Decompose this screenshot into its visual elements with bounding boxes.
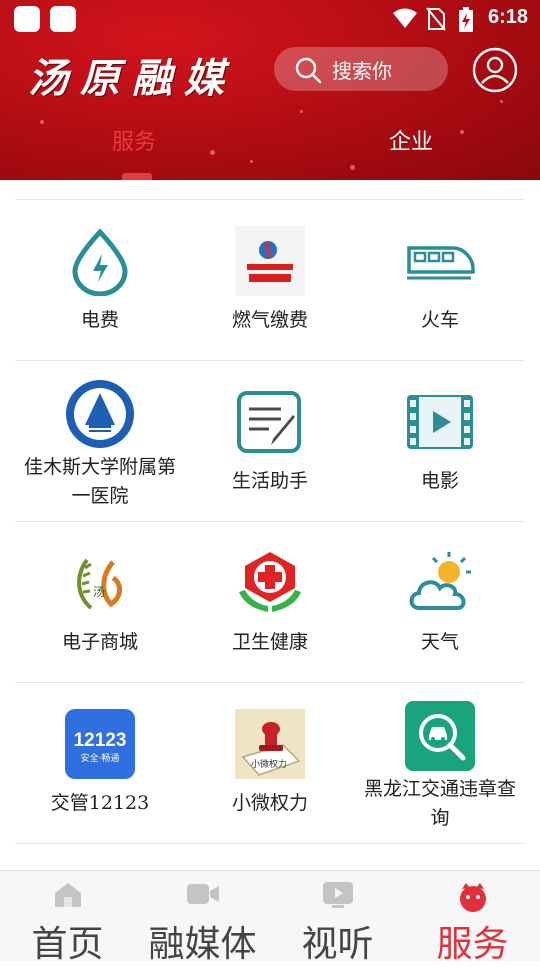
- service-hospital[interactable]: 佳木斯大学附属第一医院: [15, 361, 185, 521]
- hospital-emblem-icon: [66, 380, 134, 448]
- no-sim-icon: [426, 7, 446, 31]
- weather-sun-cloud-icon: [409, 552, 471, 610]
- service-life-assistant[interactable]: 生活助手: [185, 361, 355, 521]
- services-row: 佳木斯大学附属第一医院 生活助手 电影: [15, 361, 525, 522]
- services-row: 汤 电子商城 卫生健康 天气: [15, 522, 525, 683]
- notification-icon: [50, 6, 76, 32]
- service-label: 小微权力: [231, 792, 308, 814]
- notepad-pen-icon: [237, 391, 301, 453]
- active-tab-indicator: [122, 173, 152, 180]
- health-cross-icon: [239, 552, 301, 612]
- nav-label: 视听: [301, 924, 374, 965]
- nav-audiovisual[interactable]: 视听: [270, 871, 405, 965]
- status-bar: 6:18: [0, 0, 540, 36]
- services-row: 12123 安全·畅通 交管12123 小微权力 小微权力 黑龙江交通违章查询: [15, 683, 525, 844]
- stamp-icon: 小微权力: [235, 709, 305, 779]
- service-micro-power[interactable]: 小微权力 小微权力: [185, 683, 355, 843]
- app-title: 汤原融媒: [28, 55, 236, 102]
- film-play-icon: [407, 395, 473, 449]
- notification-icon: [14, 6, 40, 32]
- service-label: 天气: [420, 631, 459, 653]
- service-train[interactable]: 火车: [355, 200, 525, 360]
- service-label: 燃气缴费: [231, 309, 308, 331]
- china-gas-logo: [235, 226, 305, 296]
- nav-media[interactable]: 融媒体: [135, 871, 270, 965]
- home-icon: [54, 883, 81, 907]
- header-banner: 6:18 汤原融媒 搜索你 服务 企业: [0, 0, 540, 180]
- svg-text:汤: 汤: [93, 585, 105, 599]
- service-label: 生活助手: [231, 470, 308, 492]
- search-placeholder: 搜索你: [332, 61, 392, 83]
- service-weather[interactable]: 天气: [355, 522, 525, 682]
- nav-home[interactable]: 首页: [0, 871, 135, 965]
- icon-subtext: 安全·畅通: [81, 752, 120, 764]
- mall-logo-icon: 汤: [77, 558, 122, 610]
- play-screen-icon: [322, 882, 353, 908]
- service-traffic-12123[interactable]: 12123 安全·畅通 交管12123: [15, 683, 185, 843]
- clock-time: 6:18: [487, 6, 528, 28]
- service-label: 电影: [420, 470, 459, 492]
- bottom-nav: 首页 融媒体 视听 服务: [0, 870, 540, 965]
- battery-charging-icon: [459, 7, 473, 32]
- nav-label: 融媒体: [148, 924, 257, 965]
- service-label: 电费: [80, 309, 119, 331]
- services-row: 电费 燃气缴费 火车: [15, 200, 525, 361]
- services-grid: 电费 燃气缴费 火车 佳木斯大学附属第一医院 生活助手 电影 汤 电子商城 卫生…: [15, 199, 525, 844]
- service-movie[interactable]: 电影: [355, 361, 525, 521]
- service-electricity[interactable]: 电费: [15, 200, 185, 360]
- service-face-icon: [459, 883, 486, 912]
- user-profile-icon[interactable]: [472, 47, 518, 93]
- electricity-drop-icon: [72, 228, 128, 296]
- video-camera-icon: [186, 884, 219, 904]
- service-label: 火车: [420, 309, 459, 331]
- tab-services[interactable]: 服务: [112, 124, 156, 156]
- service-e-mall[interactable]: 汤 电子商城: [15, 522, 185, 682]
- tab-enterprise[interactable]: 企业: [389, 124, 433, 156]
- service-label: 卫生健康: [231, 631, 308, 653]
- service-label: 黑龙江交通违章查询: [363, 778, 516, 829]
- service-label: 交管12123: [50, 792, 150, 814]
- icon-text: 小微权力: [251, 758, 287, 770]
- nav-label: 服务: [436, 924, 509, 965]
- car-search-icon: [405, 701, 475, 771]
- search-icon: [295, 57, 322, 84]
- service-label: 佳木斯大学附属第一医院: [23, 456, 176, 507]
- traffic-12123-icon: 12123 安全·畅通: [65, 709, 135, 779]
- nav-label: 首页: [31, 924, 104, 965]
- service-health[interactable]: 卫生健康: [185, 522, 355, 682]
- service-violation-query[interactable]: 黑龙江交通违章查询: [355, 683, 525, 843]
- train-icon: [407, 246, 475, 280]
- wifi-icon: [393, 8, 417, 28]
- search-box[interactable]: 搜索你: [274, 47, 448, 91]
- service-gas-payment[interactable]: 燃气缴费: [185, 200, 355, 360]
- nav-services[interactable]: 服务: [405, 871, 540, 965]
- icon-text: 12123: [74, 730, 127, 751]
- service-label: 电子商城: [61, 631, 138, 653]
